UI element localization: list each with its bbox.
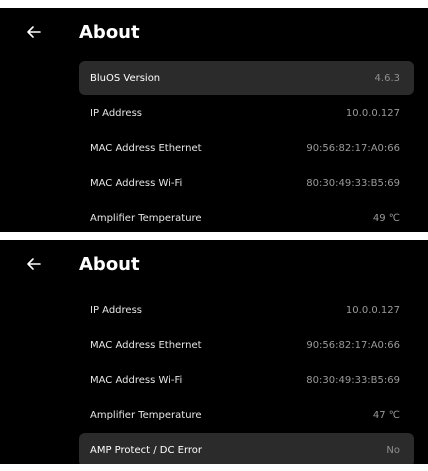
row-label: MAC Address Wi-Fi	[90, 374, 183, 386]
row-value: 10.0.0.127	[345, 304, 400, 316]
row-bluos-version[interactable]: BluOS Version 4.6.3	[79, 61, 414, 95]
row-value: 90:56:82:17:A0:66	[306, 142, 400, 154]
row-mac-wifi[interactable]: MAC Address Wi-Fi 80:30:49:33:B5:69	[79, 166, 414, 200]
row-label: MAC Address Wi-Fi	[90, 177, 183, 189]
row-value: 80:30:49:33:B5:69	[306, 177, 400, 189]
row-mac-wifi[interactable]: MAC Address Wi-Fi 80:30:49:33:B5:69	[79, 363, 414, 397]
row-label: Amplifier Temperature	[90, 212, 202, 224]
row-amp-protect-dc-error[interactable]: AMP Protect / DC Error No	[79, 433, 414, 464]
row-label: BluOS Version	[90, 72, 161, 84]
row-amplifier-temperature[interactable]: Amplifier Temperature 49 ℃	[79, 201, 414, 232]
row-ip-address[interactable]: IP Address 10.0.0.127	[79, 96, 414, 130]
back-arrow-icon[interactable]	[26, 24, 42, 40]
back-arrow-icon[interactable]	[26, 256, 42, 272]
row-value: 90:56:82:17:A0:66	[306, 339, 400, 351]
row-mac-ethernet[interactable]: MAC Address Ethernet 90:56:82:17:A0:66	[79, 131, 414, 165]
row-value: No	[386, 444, 400, 456]
page-title: About	[79, 254, 140, 275]
row-label: Amplifier Temperature	[90, 409, 202, 421]
row-value: 80:30:49:33:B5:69	[306, 374, 400, 386]
row-label: IP Address	[90, 107, 142, 119]
row-amplifier-temperature[interactable]: Amplifier Temperature 47 ℃	[79, 398, 414, 432]
page-title: About	[79, 22, 140, 43]
row-value: 49 ℃	[372, 212, 400, 224]
row-label: MAC Address Ethernet	[90, 142, 202, 154]
row-mac-ethernet[interactable]: MAC Address Ethernet 90:56:82:17:A0:66	[79, 328, 414, 362]
row-value: 4.6.3	[374, 72, 400, 84]
settings-list: BluOS Version 4.6.3 IP Address 10.0.0.12…	[79, 61, 414, 232]
settings-list: IP Address 10.0.0.127 MAC Address Ethern…	[79, 293, 414, 464]
row-value: 10.0.0.127	[345, 107, 400, 119]
row-label: IP Address	[90, 304, 142, 316]
row-ip-address[interactable]: IP Address 10.0.0.127	[79, 293, 414, 327]
row-label: MAC Address Ethernet	[90, 339, 202, 351]
row-value: 47 ℃	[372, 409, 400, 421]
about-screen-2: About IP Address 10.0.0.127 MAC Address …	[0, 240, 428, 464]
about-screen-1: About BluOS Version 4.6.3 IP Address 10.…	[0, 8, 428, 232]
row-label: AMP Protect / DC Error	[90, 444, 202, 456]
